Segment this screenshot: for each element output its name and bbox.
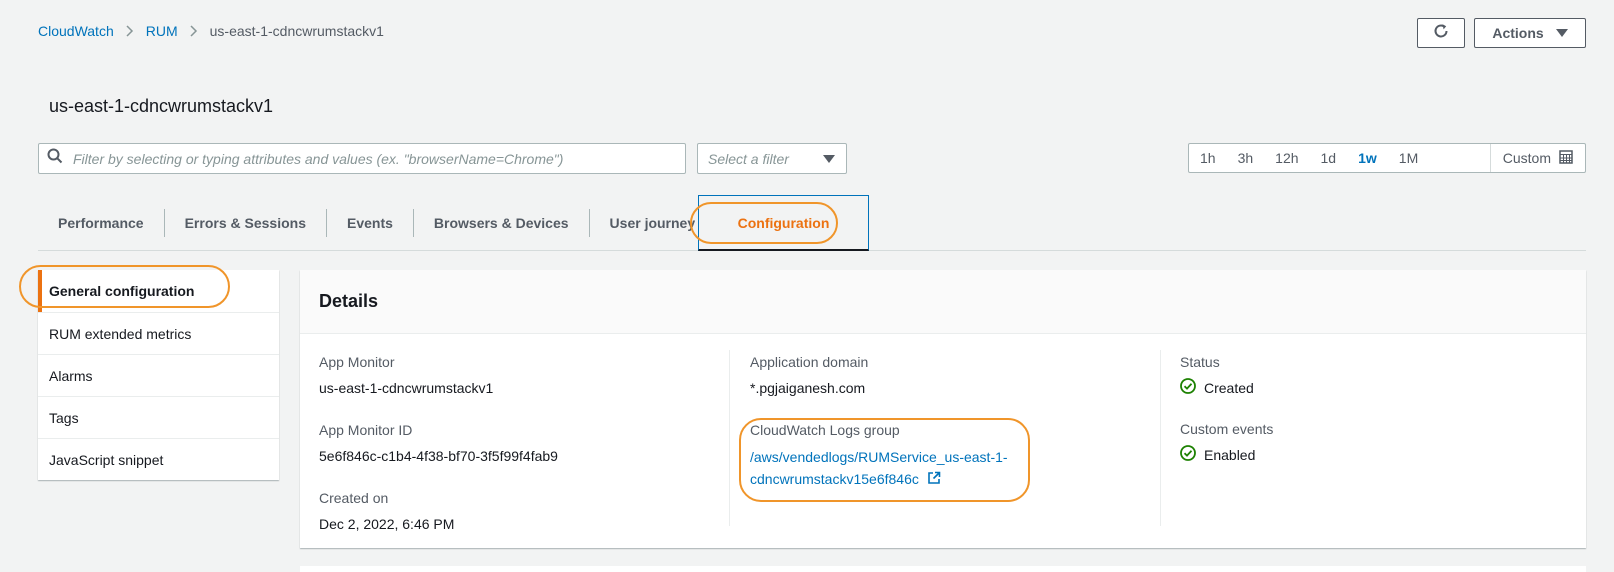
next-panel-edge (300, 566, 1586, 572)
logs-group-link-text: /aws/vendedlogs/RUMService_us-east-1-cdn… (750, 449, 1008, 487)
breadcrumb-cloudwatch[interactable]: CloudWatch (38, 23, 114, 39)
time-option-3h[interactable]: 3h (1227, 144, 1265, 172)
app-monitor-id-value: 5e6f846c-c1b4-4f38-bf70-3f5f99f4fab9 (319, 448, 558, 464)
chevron-right-icon (190, 25, 198, 37)
search-icon (47, 148, 63, 169)
time-option-1M[interactable]: 1M (1388, 144, 1429, 172)
breadcrumb-current: us-east-1-cdncwrumstackv1 (209, 23, 384, 39)
success-check-icon (1180, 445, 1196, 464)
tab-user-journey[interactable]: User journey (590, 209, 716, 237)
tab-configuration[interactable]: Configuration (698, 195, 869, 251)
breadcrumb: CloudWatch RUM us-east-1-cdncwrumstackv1 (38, 23, 384, 39)
breadcrumb-rum[interactable]: RUM (146, 23, 178, 39)
side-item-rum-extended-metrics[interactable]: RUM extended metrics (38, 312, 279, 354)
time-option-custom[interactable]: Custom (1489, 144, 1585, 172)
column-divider (729, 350, 730, 526)
status-value: Created (1204, 379, 1254, 396)
created-on-value: Dec 2, 2022, 6:46 PM (319, 516, 455, 532)
tab-performance[interactable]: Performance (38, 208, 165, 237)
tab-browsers-devices[interactable]: Browsers & Devices (414, 208, 590, 237)
details-column-2: Application domain *.pgjaiganesh.com Clo… (750, 354, 1020, 491)
time-option-1d[interactable]: 1d (1310, 144, 1348, 172)
logs-group-link[interactable]: /aws/vendedlogs/RUMService_us-east-1-cdn… (750, 446, 1020, 491)
status-indicator: Created (1180, 378, 1273, 397)
app-monitor-value: us-east-1-cdncwrumstackv1 (319, 380, 494, 396)
app-monitor-id-label: App Monitor ID (319, 422, 413, 438)
calendar-icon (1559, 149, 1573, 167)
column-divider (1160, 350, 1161, 526)
time-range-selector: 1h 3h 12h 1d 1w 1M Custom (1188, 143, 1586, 173)
created-on-label: Created on (319, 490, 389, 506)
side-item-general-configuration[interactable]: General configuration (38, 270, 279, 312)
app-monitor-label: App Monitor (319, 354, 395, 370)
filter-search-input[interactable] (71, 149, 685, 168)
application-domain-value: *.pgjaiganesh.com (750, 380, 866, 396)
custom-events-label: Custom events (1180, 421, 1274, 437)
filter-select-placeholder: Select a filter (708, 150, 789, 167)
actions-button-label: Actions (1492, 25, 1544, 41)
success-check-icon (1180, 378, 1196, 397)
details-column-1: App Monitor us-east-1-cdncwrumstackv1 Ap… (319, 354, 558, 558)
caret-down-icon (1555, 29, 1568, 37)
custom-events-value: Enabled (1204, 446, 1256, 463)
tab-bar: Performance Errors & Sessions Events Bro… (38, 195, 1586, 251)
side-item-alarms[interactable]: Alarms (38, 354, 279, 396)
tab-errors-sessions[interactable]: Errors & Sessions (165, 208, 327, 237)
time-custom-label: Custom (1502, 150, 1551, 166)
page-title: us-east-1-cdncwrumstackv1 (49, 96, 274, 116)
caret-down-icon (822, 151, 836, 167)
details-panel: Details App Monitor us-east-1-cdncwrumst… (300, 270, 1586, 548)
external-link-icon (927, 469, 941, 491)
status-label: Status (1180, 354, 1220, 370)
details-column-3: Status Created Custom events Enabled (1180, 354, 1273, 488)
side-nav: General configuration RUM extended metri… (38, 270, 279, 480)
refresh-button[interactable] (1417, 18, 1465, 48)
time-option-1h[interactable]: 1h (1189, 144, 1227, 172)
filter-select[interactable]: Select a filter (697, 143, 847, 174)
time-option-12h[interactable]: 12h (1264, 144, 1309, 172)
filter-search-box[interactable] (38, 143, 686, 174)
details-title: Details (300, 270, 1586, 334)
time-option-1w[interactable]: 1w (1347, 144, 1388, 172)
custom-events-indicator: Enabled (1180, 445, 1273, 464)
actions-button[interactable]: Actions (1474, 18, 1586, 48)
side-item-javascript-snippet[interactable]: JavaScript snippet (38, 438, 279, 480)
chevron-right-icon (126, 25, 134, 37)
refresh-icon (1432, 22, 1450, 45)
side-item-tags[interactable]: Tags (38, 396, 279, 438)
tab-events[interactable]: Events (327, 208, 414, 237)
logs-group-label: CloudWatch Logs group (750, 422, 900, 438)
application-domain-label: Application domain (750, 354, 869, 370)
